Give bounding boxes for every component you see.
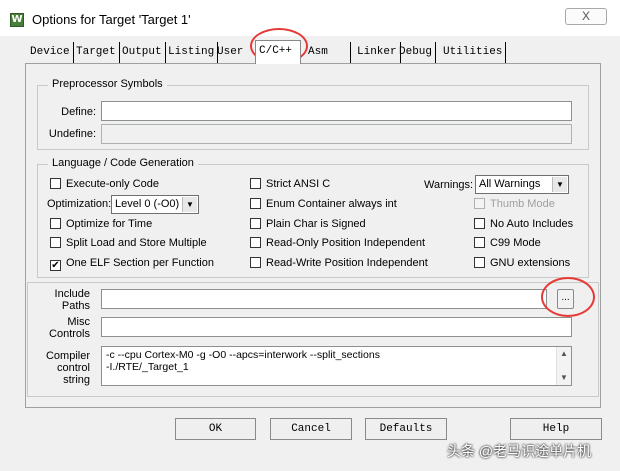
tab-utilities[interactable]: Utilities (440, 42, 507, 64)
c-cpp-tab-pane: Preprocessor Symbols Define: Undefine: L… (25, 63, 601, 408)
checkbox-label: GNU extensions (490, 257, 571, 269)
misc-controls-input[interactable] (101, 317, 572, 337)
language-group-title: Language / Code Generation (48, 157, 198, 169)
define-input[interactable] (101, 101, 572, 121)
vertical-scrollbar[interactable]: ▲ ▼ (556, 347, 571, 385)
split-load-store-checkbox[interactable]: Split Load and Store Multiple (50, 237, 207, 249)
checkbox-label: Plain Char is Signed (266, 218, 366, 230)
no-auto-includes-checkbox[interactable]: No Auto Includes (474, 218, 573, 230)
compiler-control-label-line3: string (63, 374, 90, 386)
undefine-input[interactable] (101, 124, 572, 144)
compiler-control-label-line2: control (56, 362, 90, 374)
ropi-checkbox[interactable]: Read-Only Position Independent (250, 237, 425, 249)
close-button[interactable]: X (565, 8, 607, 25)
checkbox-label: Execute-only Code (66, 178, 159, 190)
checkbox-label: Read-Write Position Independent (266, 257, 428, 269)
misc-controls-label: Misc Controls (42, 316, 90, 340)
optimization-label: Optimization: (47, 198, 112, 210)
checkbox-box[interactable] (250, 237, 261, 248)
chevron-down-icon[interactable]: ▼ (182, 197, 197, 212)
tab-output[interactable]: Output (119, 42, 166, 64)
compiler-control-string-textarea[interactable]: -c --cpu Cortex-M0 -g -O0 --apcs=interwo… (101, 346, 572, 386)
gnu-extensions-checkbox[interactable]: GNU extensions (474, 257, 570, 269)
chevron-down-icon[interactable]: ▼ (552, 177, 567, 192)
optimize-for-time-checkbox[interactable]: Optimize for Time (50, 218, 152, 230)
help-button[interactable]: Help (510, 418, 602, 440)
scroll-down-icon[interactable]: ▼ (557, 371, 571, 385)
title-bar: W Options for Target 'Target 1' X (0, 0, 620, 36)
ok-button[interactable]: OK (175, 418, 256, 440)
checkbox-box[interactable] (250, 218, 261, 229)
checkbox-box[interactable] (250, 178, 261, 189)
checkbox-label: Optimize for Time (66, 218, 153, 230)
thumb-mode-checkbox: Thumb Mode (474, 198, 555, 210)
include-paths-label: Include Paths (42, 288, 90, 312)
warnings-value: All Warnings (479, 178, 541, 190)
include-paths-label-line2: Paths (61, 300, 90, 312)
checkbox-label: Split Load and Store Multiple (66, 237, 207, 249)
scroll-up-icon[interactable]: ▲ (557, 347, 571, 361)
checkbox-box[interactable] (474, 257, 485, 268)
warnings-label: Warnings: (424, 179, 474, 191)
execute-only-checkbox[interactable]: Execute-only Code (50, 178, 159, 190)
undefine-label: Undefine: (48, 128, 96, 140)
checkbox-box[interactable] (50, 178, 61, 189)
defaults-button[interactable]: Defaults (365, 418, 447, 440)
watermark-text: 头条 @老马识途单片机 (447, 443, 592, 459)
tab-listing[interactable]: Listing (165, 42, 219, 64)
rwpi-checkbox[interactable]: Read-Write Position Independent (250, 257, 428, 269)
include-paths-label-line1: Include (54, 288, 90, 300)
optimization-select[interactable]: Level 0 (-O0) ▼ (111, 195, 199, 214)
warnings-select[interactable]: All Warnings ▼ (475, 175, 569, 194)
checkbox-box[interactable] (250, 198, 261, 209)
c99-mode-checkbox[interactable]: C99 Mode (474, 237, 541, 249)
checkbox-label: Strict ANSI C (266, 178, 331, 190)
checkbox-box[interactable] (50, 218, 61, 229)
checkbox-box (474, 198, 485, 209)
misc-controls-label-line1: Misc (67, 316, 90, 328)
tab-target[interactable]: Target (73, 42, 120, 64)
checkbox-label: C99 Mode (490, 237, 541, 249)
checkbox-label: No Auto Includes (490, 218, 574, 230)
tab-c-cpp[interactable]: C/C++ (255, 40, 301, 64)
include-paths-browse-button[interactable]: ... (557, 289, 574, 309)
preprocessor-group-title: Preprocessor Symbols (48, 78, 167, 90)
compiler-control-line-1: -c --cpu Cortex-M0 -g -O0 --apcs=interwo… (106, 349, 380, 361)
checkbox-label: One ELF Section per Function (66, 257, 214, 269)
checkbox-box[interactable] (250, 257, 261, 268)
enum-container-checkbox[interactable]: Enum Container always int (250, 198, 397, 210)
define-label: Define: (61, 106, 96, 118)
tab-user[interactable]: User (214, 42, 246, 64)
window-title: Options for Target 'Target 1' (32, 12, 191, 27)
optimization-value: Level 0 (-O0) (115, 198, 180, 210)
compiler-control-label-line1: Compiler (45, 350, 90, 362)
checkbox-box[interactable] (474, 237, 485, 248)
compiler-control-line-2: -I./RTE/_Target_1 (106, 361, 189, 373)
check-icon[interactable]: ✔ (50, 260, 61, 271)
checkbox-label: Thumb Mode (490, 198, 555, 210)
cancel-button[interactable]: Cancel (270, 418, 352, 440)
checkbox-label: Read-Only Position Independent (266, 237, 425, 249)
one-elf-section-checkbox[interactable]: ✔ One ELF Section per Function (50, 257, 214, 271)
checkbox-label: Enum Container always int (266, 198, 397, 210)
compiler-control-label: Compiler control string (38, 350, 90, 386)
checkbox-box[interactable] (474, 218, 485, 229)
options-dialog: W Options for Target 'Target 1' X Device… (0, 0, 620, 471)
tab-strip: Device Target Output Listing User C/C++ … (25, 40, 605, 64)
strict-ansi-c-checkbox[interactable]: Strict ANSI C (250, 178, 330, 190)
plain-char-signed-checkbox[interactable]: Plain Char is Signed (250, 218, 366, 230)
misc-controls-label-line2: Controls (49, 328, 90, 340)
tab-linker[interactable]: Linker (354, 42, 401, 64)
keil-app-icon: W (10, 13, 24, 27)
checkbox-box[interactable] (50, 237, 61, 248)
tab-device[interactable]: Device (27, 42, 74, 64)
include-paths-input[interactable] (101, 289, 547, 309)
tab-asm[interactable]: Asm (305, 42, 351, 64)
tab-debug[interactable]: Debug (396, 42, 437, 64)
